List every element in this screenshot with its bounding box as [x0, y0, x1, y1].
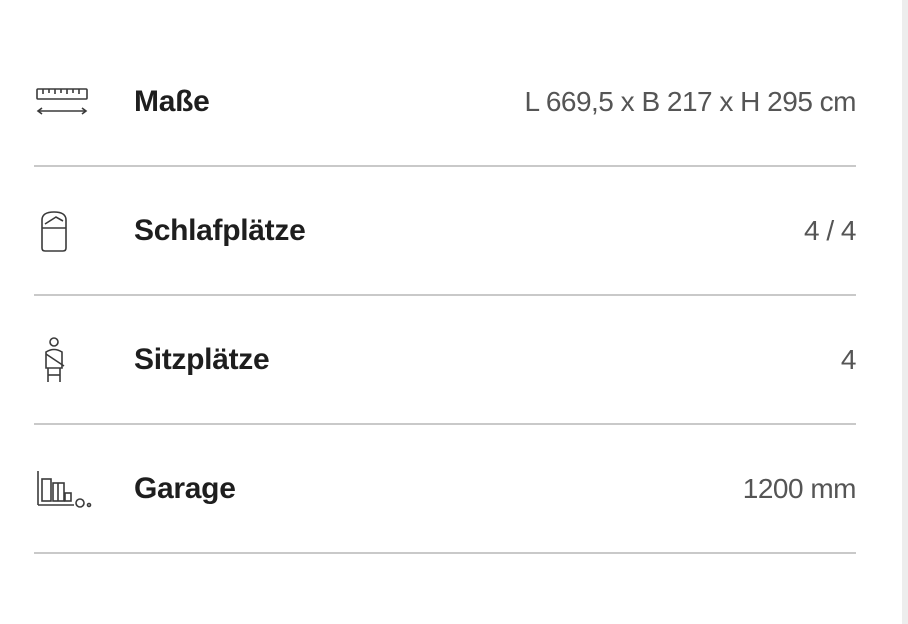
- spec-label: Garage: [134, 471, 236, 505]
- vehicle-specs-list: Maße L 669,5 x B 217 x H 295 cm Schlafpl…: [34, 38, 857, 554]
- garage-storage-icon: [34, 425, 98, 552]
- spec-value: 4: [840, 343, 857, 375]
- spec-value: 1200 mm: [742, 472, 857, 504]
- spec-label: Maße: [134, 84, 210, 118]
- spec-row-seats: Sitzplätze 4: [34, 296, 857, 425]
- ruler-dimensions-icon: [34, 38, 98, 165]
- seatbelt-icon: [34, 296, 98, 423]
- spec-label: Sitzplätze: [134, 342, 270, 376]
- spec-value: L 669,5 x B 217 x H 295 cm: [524, 85, 857, 117]
- spec-row-sleeping-places: Schlafplätze 4 / 4: [34, 167, 856, 296]
- spec-value: 4 / 4: [804, 214, 856, 246]
- sleeping-bag-icon: [34, 167, 98, 294]
- spec-label: Schlafplätze: [134, 213, 306, 247]
- spec-row-garage: Garage 1200 mm: [34, 425, 857, 554]
- scrollbar-track: [902, 0, 908, 624]
- spec-row-dimensions: Maße L 669,5 x B 217 x H 295 cm: [34, 38, 856, 167]
